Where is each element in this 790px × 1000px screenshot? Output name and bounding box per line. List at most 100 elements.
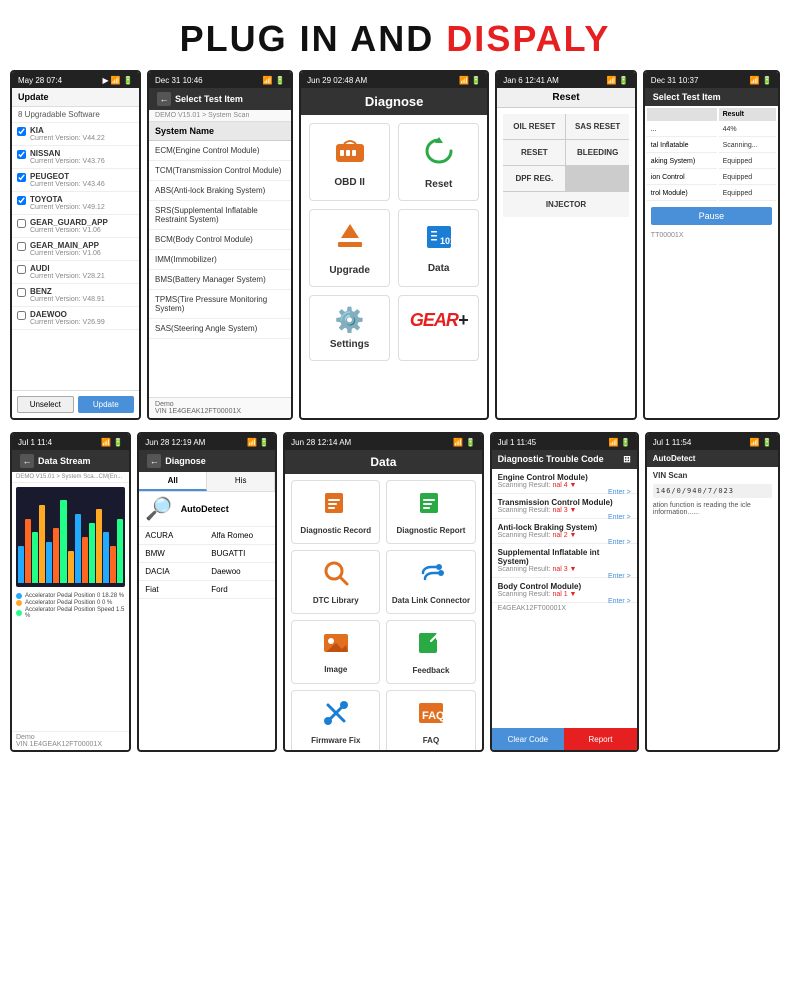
update-button[interactable]: Update [78,396,135,413]
diagnose-main-screen: Jun 29 02:48 AM 📶 🔋 Diagnose [299,70,489,420]
gear-guard-checkbox[interactable] [17,219,26,228]
system-item-abs[interactable]: ABS(Anti-lock Braking System) [149,181,291,201]
back-button-b1[interactable]: ← [20,454,34,468]
list-item: DAEWOOCurrent Version: V26.99 [12,307,139,330]
reset-icon [422,134,456,175]
toyota-checkbox[interactable] [17,196,26,205]
data-link-icon [417,559,445,593]
data-firmware-fix[interactable]: Firmware Fix [291,690,380,752]
dtc-item-bcm[interactable]: Body Control Module) Scanning Result: na… [492,578,637,603]
list-item: GEAR_MAIN_APPCurrent Version: V1.06 [12,238,139,261]
dpf-reg-btn[interactable]: DPF REG. [503,166,565,191]
brand-fiat[interactable]: Fiat Ford [139,581,275,599]
list-item: PEUGEOTCurrent Version: V43.46 [12,169,139,192]
system-item-sas[interactable]: SAS(Steering Angle System) [149,319,291,339]
nissan-checkbox[interactable] [17,150,26,159]
oil-reset-btn[interactable]: OIL RESET [503,114,565,139]
bottom-screen-row: Jul 1 11:4 📶 🔋 ← Data Stream DEMO V15.01… [10,432,780,752]
diagnose-reset[interactable]: Reset [398,123,479,201]
dtc-item-ecm[interactable]: Engine Control Module) Scanning Result: … [492,469,637,494]
back-button-b2[interactable]: ← [147,454,161,468]
brand-acura[interactable]: ACURA Alfa Romeo [139,527,275,545]
diagnose-upgrade[interactable]: Upgrade [309,209,390,287]
reset-label: Reset [425,179,452,190]
vin-scan-label: VIN Scan [653,471,772,480]
list-item: AUDICurrent Version: V28.21 [12,261,139,284]
diagnose-grid: OBD II Reset [301,115,487,369]
autodetect-item[interactable]: 🔎 AutoDetect [139,492,275,527]
status-time-b5: Jul 1 11:54 [653,438,692,447]
diagnose-settings[interactable]: ⚙️ Settings [309,295,390,361]
daewoo-checkbox[interactable] [17,311,26,320]
update-screen: May 28 07:4 ▶ 📶 🔋 Update 8 Upgradable So… [10,70,141,420]
report-button[interactable]: Report [564,728,637,750]
data-diagnostic-record[interactable]: Diagnostic Record [291,480,380,544]
dtc-item-tcm[interactable]: Transmission Control Module) Scanning Re… [492,494,637,519]
autodetect-icon: 🔎 [145,496,172,522]
data-image[interactable]: Image [291,620,380,684]
tab-history[interactable]: His [207,472,275,491]
vin-number: 146/0/940/7/023 [653,484,772,498]
sas-reset-btn[interactable]: SAS RESET [566,114,628,139]
scan-table: Result ...44% tal InflatableScanning... … [645,106,778,203]
update-header: Update [12,88,139,107]
data-link-connector[interactable]: Data Link Connector [386,550,475,614]
gear-main-checkbox[interactable] [17,242,26,251]
data-link-label: Data Link Connector [392,596,470,605]
image-icon [322,630,350,662]
brand-dacia[interactable]: DACIA Daewoo [139,563,275,581]
dtc-item-abs[interactable]: Anti-lock Braking System) Scanning Resul… [492,519,637,544]
brand-bmw[interactable]: BMW BUGATTI [139,545,275,563]
diagnostic-record-icon [322,489,350,523]
system-item-ecm[interactable]: ECM(Engine Control Module) [149,141,291,161]
diagnose-data[interactable]: 1010 Data [398,209,479,287]
status-time-b2: Jun 28 12:19 AM [145,438,205,447]
system-item-imm[interactable]: IMM(Immobilizer) [149,250,291,270]
back-button[interactable]: ← [157,92,171,106]
data-feedback[interactable]: Feedback [386,620,475,684]
bleeding-btn[interactable]: BLEEDING [566,140,628,165]
unselect-button[interactable]: Unselect [17,396,74,413]
select-title: Select Test Item [175,94,243,104]
status-bar-2: Dec 31 10:46 📶 🔋 [149,72,291,88]
dtc-library-label: DTC Library [313,596,359,605]
kia-checkbox[interactable] [17,127,26,136]
dtc-item-srs[interactable]: Supplemental Inflatable int System) Scan… [492,544,637,578]
system-item-bcm[interactable]: BCM(Body Control Module) [149,230,291,250]
system-item-tpms[interactable]: TPMS(Tire Pressure Monitoring System) [149,290,291,319]
dtc-screen: Jul 1 11:45 📶 🔋 Diagnostic Trouble Code … [490,432,639,752]
data-dtc-library[interactable]: DTC Library [291,550,380,614]
update-footer: Unselect Update [12,390,139,418]
list-item: KIACurrent Version: V44.22 [12,123,139,146]
status-bar-3: Jun 29 02:48 AM 📶 🔋 [301,72,487,88]
gear-logo: GEAR+ [410,310,468,331]
peugeot-checkbox[interactable] [17,173,26,182]
legend-item: Accelerator Pedal Position 0 0 % [16,600,125,606]
injector-btn[interactable]: INJECTOR [503,192,629,217]
legend-dot-1 [16,593,22,599]
update-subtitle: 8 Upgradable Software [12,107,139,123]
diagnose-obd2[interactable]: OBD II [309,123,390,201]
diagnose-gear[interactable]: GEAR+ GEAR+ [398,295,479,361]
tab-all[interactable]: All [139,472,207,491]
system-item-tcm[interactable]: TCM(Transmission Control Module) [149,161,291,181]
feedback-icon [417,629,445,663]
clear-code-button[interactable]: Clear Code [492,728,565,750]
system-item-bms[interactable]: BMS(Battery Manager System) [149,270,291,290]
data-diagnostic-report[interactable]: Diagnostic Report [386,480,475,544]
audi-checkbox[interactable] [17,265,26,274]
data-grid: Diagnostic Record Diagnostic Report [285,474,481,752]
datastream-title: Data Stream [38,456,91,466]
status-bar-4: Jan 6 12:41 AM 📶 🔋 [497,72,635,88]
datastream-breadcrumb: DEMO V15.01 > System Sca...CM(En... [12,472,129,483]
data-main-screen: Jun 28 12:14 AM 📶 🔋 Data Diagnost [283,432,483,752]
benz-checkbox[interactable] [17,288,26,297]
chart-legend: Accelerator Pedal Position 0 18.28 % Acc… [12,591,129,622]
data-faq[interactable]: FAQ FAQ [386,690,475,752]
status-bar-b2: Jun 28 12:19 AM 📶 🔋 [139,434,275,450]
pause-button[interactable]: Pause [651,207,772,225]
obd2-icon [332,136,368,173]
reset-btn[interactable]: RESET [503,140,565,165]
update-list: KIACurrent Version: V44.22 NISSANCurrent… [12,123,139,330]
system-item-srs[interactable]: SRS(Supplemental Inflatable Restraint Sy… [149,201,291,230]
